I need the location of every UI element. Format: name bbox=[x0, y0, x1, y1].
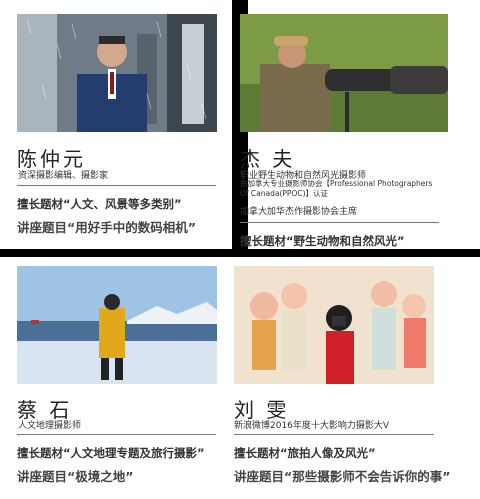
divider bbox=[234, 434, 434, 435]
photographer-title: 人文地理摄影师 bbox=[18, 421, 82, 431]
photographer-card-jeff[interactable]: 杰 夫 职业野生动物和自然风光摄影师 由加拿大专业摄影师协会【Professio… bbox=[240, 0, 480, 249]
specialty-topic: 擅长题材“人文地理专题及旅行摄影” bbox=[17, 446, 205, 460]
photographer-title: 资深摄影编辑、摄影家 bbox=[18, 171, 109, 181]
divider bbox=[240, 222, 439, 223]
photographer-card-cai[interactable]: 蔡 石 人文地理摄影师 擅长题材“人文地理专题及旅行摄影” 讲座题目“极境之地” bbox=[0, 257, 232, 499]
association-role: 加拿大加华杰作摄影协会主席 bbox=[240, 207, 358, 217]
lecture-title: 讲座题目“那些摄影师不会告诉你的事” bbox=[234, 469, 451, 484]
photo-cai-shi bbox=[17, 266, 217, 384]
lecture-title: 讲座题目“用好手中的数码相机” bbox=[17, 220, 196, 235]
photographer-card-liu[interactable]: 刘 雯 新浪微博2016年度十大影响力摄影大V 擅长题材“旅拍人像及风光” 讲座… bbox=[222, 257, 480, 499]
photographer-title: 新浪微博2016年度十大影响力摄影大V bbox=[234, 421, 390, 431]
specialty-topic: 擅长题材“野生动物和自然风光” bbox=[240, 234, 405, 248]
certification-note: 由加拿大专业摄影师协会【Professional Photographers O… bbox=[240, 179, 433, 198]
lecture-title: 讲座题目“极境之地” bbox=[17, 469, 134, 484]
photo-chen-zhongyuan bbox=[17, 14, 217, 132]
specialty-topic: 擅长题材“旅拍人像及风光” bbox=[234, 446, 376, 460]
divider bbox=[17, 434, 216, 435]
divider bbox=[17, 185, 216, 186]
photo-jeff bbox=[240, 14, 448, 132]
specialty-topic: 擅长题材“人文、风景等多类别” bbox=[17, 197, 182, 211]
photographer-card-chen[interactable]: 陈仲元 资深摄影编辑、摄影家 擅长题材“人文、风景等多类别” 讲座题目“用好手中… bbox=[0, 0, 232, 249]
photo-liu-wen bbox=[234, 266, 434, 384]
